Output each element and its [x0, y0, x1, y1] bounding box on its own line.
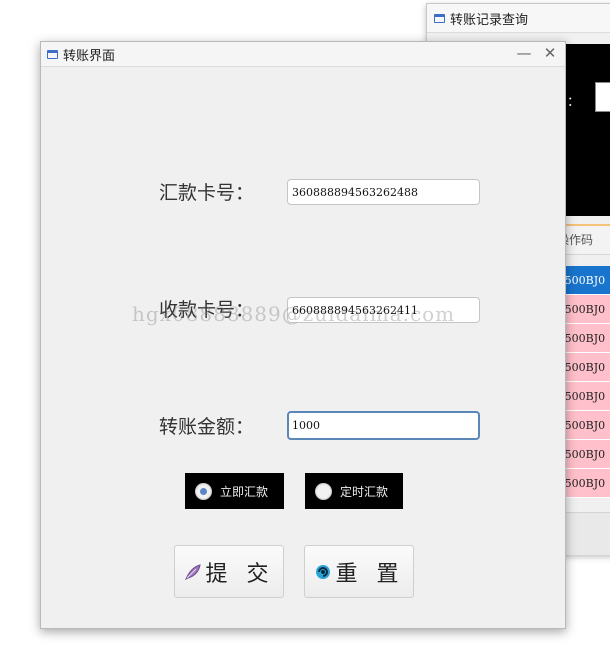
submit-button[interactable]: 提 交 [174, 545, 284, 598]
scheduled-transfer-label: 定时汇款 [340, 484, 389, 499]
close-button[interactable]: ✕ [541, 44, 559, 62]
immediate-transfer-label: 立即汇款 [220, 484, 269, 499]
reset-label: 重 置 [335, 561, 405, 587]
radio-checked-icon [195, 482, 212, 500]
submit-label: 提 交 [205, 561, 275, 587]
records-window-title: 转账记录查询 [450, 12, 529, 28]
reset-button[interactable]: 重 置 [304, 545, 414, 598]
radio-unchecked-icon [315, 482, 332, 500]
amount-input[interactable] [287, 411, 480, 440]
scheduled-transfer-radio[interactable]: 定时汇款 [305, 473, 403, 509]
transfer-titlebar[interactable]: 转账界面 — ✕ [41, 42, 565, 67]
window-icon [434, 13, 445, 23]
records-titlebar[interactable]: 转账记录查询 [427, 4, 610, 33]
refresh-icon [314, 563, 332, 581]
transfer-window[interactable]: 转账界面 — ✕ 汇款卡号： 收款卡号： 转账金额： 立即汇款 定时汇款 提 交 [40, 41, 566, 629]
query-input[interactable] [595, 82, 610, 112]
to-card-label: 收款卡号： [159, 299, 255, 321]
from-card-label: 汇款卡号： [159, 182, 255, 204]
transfer-window-title: 转账界面 [63, 48, 116, 64]
amount-label: 转账金额： [159, 416, 255, 438]
query-field-label: ： [567, 95, 581, 110]
window-icon [47, 49, 58, 59]
from-card-input[interactable] [287, 179, 480, 205]
feather-icon [184, 563, 202, 581]
to-card-input[interactable] [287, 297, 480, 323]
minimize-button[interactable]: — [515, 44, 533, 62]
immediate-transfer-radio[interactable]: 立即汇款 [185, 473, 284, 509]
